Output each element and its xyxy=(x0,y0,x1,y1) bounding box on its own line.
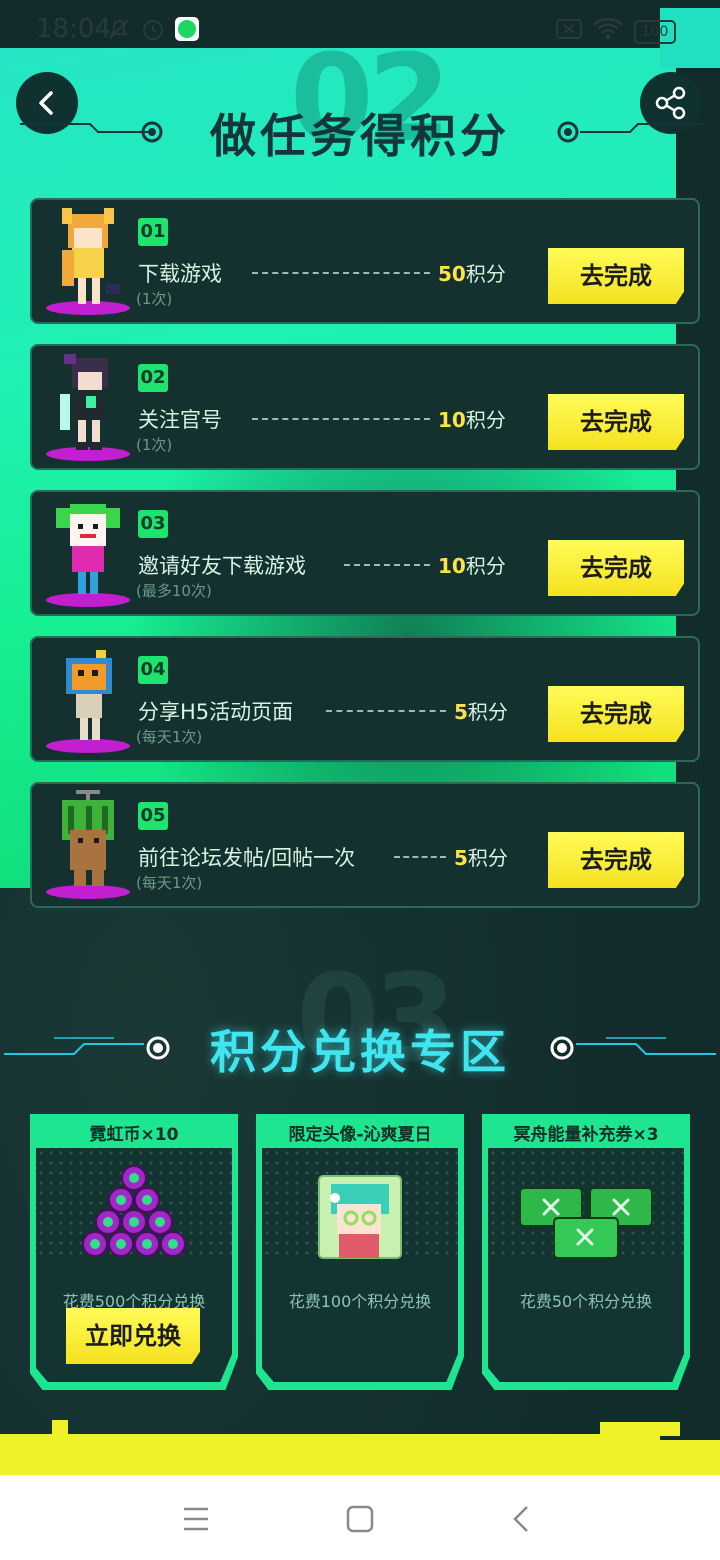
task-card-4: 04 分享H5活动页面 (每天1次) 5积分 去完成 xyxy=(30,636,700,762)
task-card-5: 05 前往论坛发帖/回帖一次 (每天1次) 5积分 去完成 xyxy=(30,782,700,908)
summer-avatar-icon xyxy=(318,1175,402,1259)
exchange-item-title: 冥舟能量补充券×3 xyxy=(513,1125,659,1145)
task-number: 03 xyxy=(138,510,168,538)
dashed-leader xyxy=(326,710,446,712)
exchange-card-1: 霓虹币×10 花费500个积分兑换 立即兑换 xyxy=(30,1114,238,1390)
task-name: 邀请好友下载游戏 xyxy=(138,554,306,578)
task-complete-button-1[interactable]: 去完成 xyxy=(548,248,684,304)
task-points: 50积分 xyxy=(438,262,506,286)
dashed-leader xyxy=(394,856,446,858)
sim-off-icon xyxy=(556,19,582,39)
task-name: 下载游戏 xyxy=(138,262,222,286)
status-bar: 18:04 100 xyxy=(0,0,720,62)
task-points: 5积分 xyxy=(454,700,508,724)
home-icon[interactable] xyxy=(340,1499,380,1539)
task-card-1: 01 下载游戏 (1次) 50积分 去完成 xyxy=(30,198,700,324)
system-navigation-bar xyxy=(0,1475,720,1560)
task-name: 关注官号 xyxy=(138,408,222,432)
title-deco-left xyxy=(20,121,163,143)
exchange-item-title: 限定头像-沁爽夏日 xyxy=(288,1125,432,1145)
mute-bell-icon xyxy=(109,19,129,39)
task-complete-button-4[interactable]: 去完成 xyxy=(548,686,684,742)
task-card-3: 03 邀请好友下载游戏 (最多10次) 10积分 去完成 xyxy=(30,490,700,616)
task-points: 5积分 xyxy=(454,846,508,870)
task-limit: (每天1次) xyxy=(136,728,203,746)
exchange-item-title: 霓虹币×10 xyxy=(89,1125,179,1145)
exchange-card-3: 冥舟能量补充券×3 花费50个积分兑换 xyxy=(482,1114,690,1390)
task-complete-button-3[interactable]: 去完成 xyxy=(548,540,684,596)
character-avatar-5 xyxy=(46,790,130,899)
task-name: 前往论坛发帖/回帖一次 xyxy=(138,846,356,870)
task-limit: (最多10次) xyxy=(136,582,212,600)
dashed-leader xyxy=(252,272,430,274)
dashed-leader xyxy=(252,418,430,420)
task-number: 04 xyxy=(138,656,168,684)
exchange-cost: 花费100个积分兑换 xyxy=(288,1292,432,1311)
task-number: 05 xyxy=(138,802,168,830)
exchange-card-2: 限定头像-沁爽夏日 花费100个积分兑换 xyxy=(256,1114,464,1390)
wifi-icon xyxy=(593,18,623,40)
task-card-2: 02 关注官号 (1次) 10积分 去完成 xyxy=(30,344,700,470)
redeem-now-button[interactable]: 立即兑换 xyxy=(66,1308,200,1364)
task-limit: (每天1次) xyxy=(136,874,203,892)
task-name: 分享H5活动页面 xyxy=(138,700,294,724)
task-complete-button-5[interactable]: 去完成 xyxy=(548,832,684,888)
task-points: 10积分 xyxy=(438,554,506,578)
character-avatar-3 xyxy=(46,504,130,607)
character-avatar-4 xyxy=(46,650,130,753)
exchange-cost: 花费50个积分兑换 xyxy=(519,1292,653,1311)
tasks-section-title: 做任务得积分 xyxy=(210,109,510,163)
task-limit: (1次) xyxy=(136,436,173,454)
character-avatar-2 xyxy=(46,354,130,461)
task-limit: (1次) xyxy=(136,290,173,308)
battery-indicator: 100 xyxy=(634,20,676,44)
alarm-icon xyxy=(143,20,163,40)
status-time: 18:04 xyxy=(36,14,111,44)
dashed-leader xyxy=(344,564,430,566)
task-complete-button-2[interactable]: 去完成 xyxy=(548,394,684,450)
task-number: 02 xyxy=(138,364,168,392)
energy-ticket-icon xyxy=(519,1187,653,1259)
nav-back-icon[interactable] xyxy=(502,1499,542,1539)
title-deco-right xyxy=(557,121,702,143)
app-notification-icon xyxy=(175,17,199,41)
exchange-deco-left xyxy=(4,1036,170,1060)
exchange-deco-right xyxy=(550,1036,716,1060)
menu-icon[interactable] xyxy=(176,1499,216,1539)
task-points: 10积分 xyxy=(438,408,506,432)
task-number: 01 xyxy=(138,218,168,246)
character-avatar-1 xyxy=(46,208,130,315)
neon-coin-stack-icon xyxy=(82,1165,186,1257)
footer-pixel-decoration xyxy=(0,1420,720,1476)
exchange-section-title: 积分兑换专区 xyxy=(210,1025,510,1079)
